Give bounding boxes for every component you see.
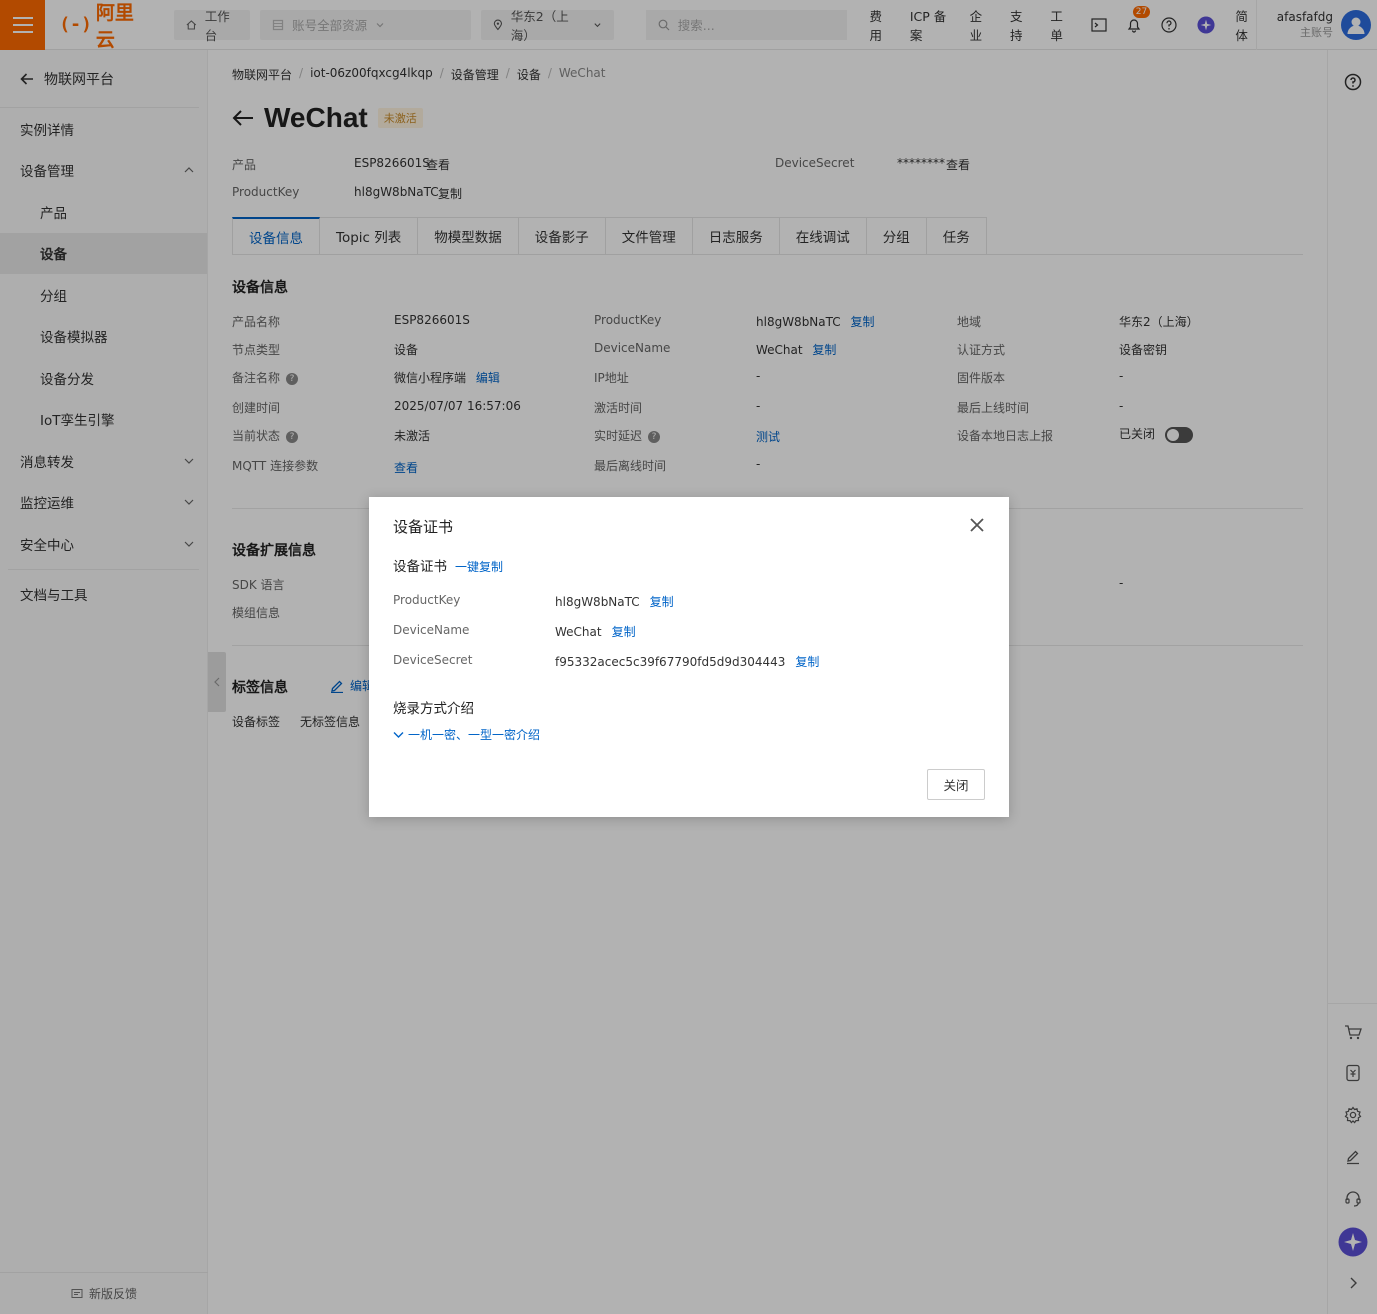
device-certificate-dialog: 设备证书 设备证书 一键复制 ProductKey hl8gW8bNaTC 复制 … — [369, 497, 1009, 817]
copy-devicename-link[interactable]: 复制 — [612, 625, 636, 639]
cert-devicename-value: WeChat — [555, 625, 602, 639]
cert-label: DeviceName — [393, 623, 470, 637]
close-button[interactable]: 关闭 — [927, 769, 985, 800]
burn-method-title-row: 烧录方式介绍 — [393, 697, 474, 717]
cert-label: ProductKey — [393, 593, 461, 607]
certificate-subtitle: 设备证书 — [393, 559, 447, 575]
burn-method-link: 一机一密、一型一密介绍 — [408, 728, 541, 742]
copy-all-link[interactable]: 一键复制 — [455, 558, 503, 575]
cert-productkey-value: hl8gW8bNaTC — [555, 595, 640, 609]
close-icon[interactable] — [969, 517, 985, 533]
certificate-subtitle-row: 设备证书 一键复制 — [393, 555, 503, 575]
burn-method-title: 烧录方式介绍 — [393, 701, 474, 717]
chevron-down-icon — [393, 731, 404, 738]
cert-value: WeChat 复制 — [555, 623, 636, 640]
copy-productkey-link[interactable]: 复制 — [650, 595, 674, 609]
dialog-title: 设备证书 — [393, 518, 454, 536]
copy-devicesecret-link[interactable]: 复制 — [795, 655, 819, 669]
cert-devicesecret-value: f95332acec5c39f67790fd5d9d304443 — [555, 655, 786, 669]
cert-label: DeviceSecret — [393, 653, 473, 667]
burn-method-expander[interactable]: 一机一密、一型一密介绍 — [393, 726, 540, 743]
cert-value: f95332acec5c39f67790fd5d9d304443 复制 — [555, 653, 819, 670]
cert-value: hl8gW8bNaTC 复制 — [555, 593, 674, 610]
